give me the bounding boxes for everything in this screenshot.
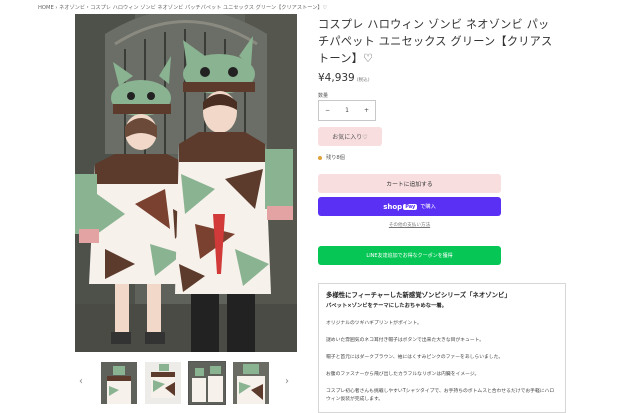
product-price: ¥4,939 (税込): [318, 72, 370, 84]
breadcrumb[interactable]: HOME › ネオゾンビ・コスプレ ハロウィン ゾンビ ネオゾンビ パッチパペッ…: [38, 4, 327, 11]
description-paragraph: お腹のファスナーから飛び出したカラフルなリボンは内臓をイメージ。: [326, 372, 480, 377]
thumbnail-2[interactable]: [145, 362, 181, 404]
description-paragraph: 帽子と首元にはダークブラウン、袖にはくすみピンクのファーをあしらいました。: [326, 355, 504, 360]
shop-pay-buy-label: で購入: [420, 204, 436, 210]
thumbnail-1[interactable]: [101, 362, 137, 404]
product-main-image[interactable]: [75, 14, 297, 352]
quantity-stepper: − 1 +: [318, 100, 376, 121]
description-subheading: パペット×ゾンビをテーマにしたおちゃめな一着。: [326, 303, 447, 309]
description-paragraph: コスプレ初心者さんも挑戦しやすいTシャツタイプで、お手持ちのボトムスと合わせるだ…: [326, 389, 555, 402]
thumbnail-strip: ‹ ›: [75, 360, 297, 406]
thumbnail-4[interactable]: [233, 362, 269, 404]
price-value: ¥4,939: [318, 72, 355, 84]
thumbnail-3-selected[interactable]: [188, 361, 226, 405]
more-payment-options-link[interactable]: その他の支払い方法: [318, 222, 501, 228]
product-description: 多様性にフィーチャーした新感覚ゾンビシリーズ「ネオゾンビ」 パペット×ゾンビをテ…: [318, 283, 566, 413]
stock-text: 残り8個: [326, 155, 345, 161]
add-to-cart-button[interactable]: カートに追加する: [318, 174, 501, 193]
line-coupon-button[interactable]: LINE友達追加でお得なクーポンを獲得: [318, 246, 501, 265]
thumbnail-prev-arrow[interactable]: ‹: [79, 376, 83, 387]
quantity-value[interactable]: 1: [345, 107, 349, 114]
quantity-decrement-button[interactable]: −: [325, 107, 330, 114]
description-paragraph: オリジナルのツギハギプリントがポイント。: [326, 321, 422, 326]
shop-pay-logo-text: shop: [383, 202, 403, 211]
quantity-increment-button[interactable]: +: [364, 107, 369, 114]
stock-indicator: 残り8個: [318, 154, 345, 161]
favorite-button[interactable]: お気に入り♡: [318, 127, 382, 146]
product-title: コスプレ ハロウィン ゾンビ ネオゾンビ パッチパペット ユニセックス グリーン…: [318, 18, 553, 65]
quantity-label: 数量: [318, 93, 329, 99]
tax-note: (税込): [356, 78, 370, 83]
thumbnail-next-arrow[interactable]: ›: [285, 376, 289, 387]
shop-pay-badge: Pay: [403, 203, 418, 210]
description-paragraph: 謎めいた雰囲気のネコ耳付き帽子はボタンで出来た大きな目がキュート。: [326, 338, 485, 343]
stock-dot-icon: [318, 155, 322, 160]
shop-pay-button[interactable]: shop Pay で購入: [318, 197, 501, 216]
description-heading: 多様性にフィーチャーした新感覚ゾンビシリーズ「ネオゾンビ」: [326, 291, 511, 299]
